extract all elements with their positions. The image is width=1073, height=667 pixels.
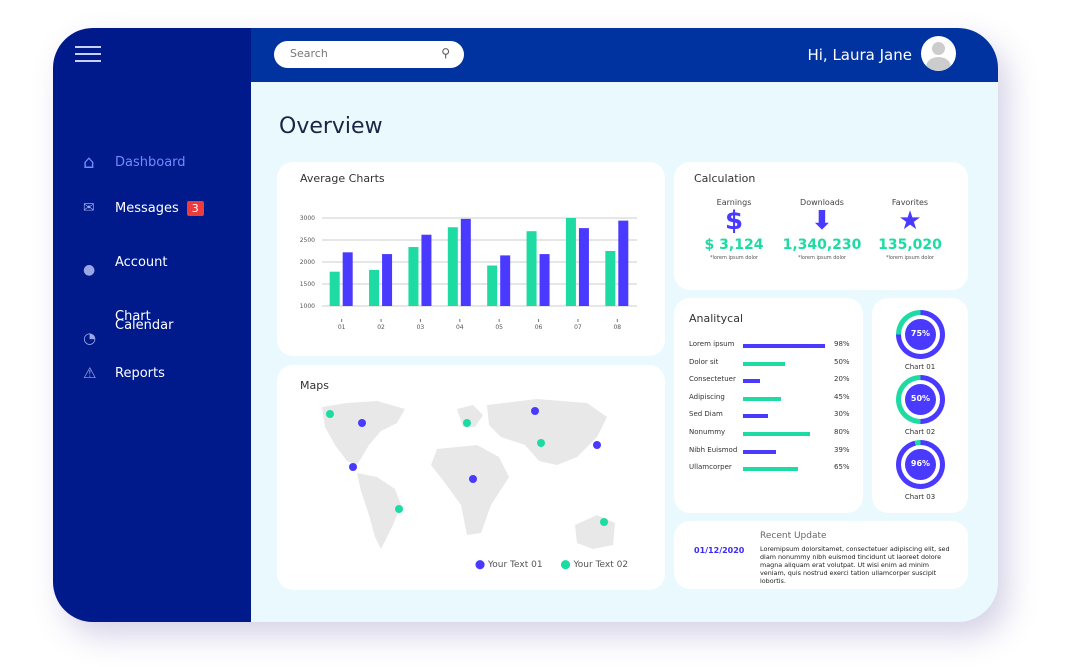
- search-input[interactable]: Search ⚲: [274, 41, 464, 68]
- x-tick-label: 07: [574, 324, 582, 331]
- bar: [526, 231, 537, 306]
- y-tick-label: 1000: [300, 303, 315, 310]
- progress-bar: [743, 361, 785, 366]
- page-title: Overview: [279, 114, 383, 139]
- bar-chart: 1000 1500 2000 2500 3000 01 02 03 04 05 06 07 08: [300, 215, 637, 331]
- bar: [539, 254, 550, 306]
- analytical-row: Consectetuer 20%: [689, 375, 850, 384]
- home-icon: ⌂: [83, 152, 95, 173]
- bar: [382, 254, 393, 306]
- pin-icon: ⬤: [560, 560, 571, 570]
- bar: [487, 265, 498, 306]
- map-pin-icon[interactable]: [531, 407, 539, 415]
- sidebar: ⌂ Dashboard ✉ Messages 3 ● Account ◔ Chart Ca…: [53, 28, 251, 622]
- analytical-card: Analitycal Lorem ipsum 98% Dolor sit 50%…: [674, 298, 863, 513]
- top-bar: Search ⚲ Hi, Laura Jane: [251, 28, 998, 82]
- analytical-row: Lorem ipsum 98%: [689, 340, 850, 348]
- x-tick-label: 01: [338, 324, 346, 331]
- x-tick-label: 06: [535, 324, 543, 331]
- analytical-row: Nonummy 80%: [689, 428, 850, 436]
- donut-charts-card: 75% Chart 01 50% Chart 02 96% Chart 03: [872, 298, 968, 513]
- menu-icon[interactable]: [75, 46, 101, 67]
- analytical-row: Dolor sit 50%: [689, 357, 850, 366]
- map-pin-icon[interactable]: [463, 419, 471, 427]
- star-icon: ★: [898, 206, 922, 236]
- x-tick-label: 04: [456, 324, 464, 331]
- maps-card: Maps ⬤ Your Text 01 ⬤ Your Text 02: [277, 365, 665, 590]
- bar: [460, 218, 471, 306]
- progress-bar: [743, 449, 776, 454]
- legend-item-02: ⬤ Your Text 02: [560, 560, 629, 570]
- x-tick-label: 02: [377, 324, 385, 331]
- progress-bar: [743, 414, 769, 419]
- analytical-row: Sed Diam 30%: [689, 410, 850, 419]
- donut-chart: 96%: [896, 440, 945, 489]
- donut-chart: 75%: [896, 310, 945, 359]
- warning-icon: ⚠: [83, 364, 97, 382]
- map-pin-icon[interactable]: [349, 463, 357, 471]
- progress-bar: [743, 467, 798, 472]
- mail-icon: ✉: [83, 200, 95, 216]
- map-pin-icon[interactable]: [469, 475, 477, 483]
- calc-item-earnings: Earnings $ $ 3,124 *lorem ipsum dolor: [694, 198, 774, 261]
- calc-item-favorites: Favorites ★ 135,020 *lorem ipsum dolor: [870, 198, 950, 261]
- arrow-down-icon: ⬇: [811, 206, 833, 236]
- pie-chart-icon: ◔: [83, 329, 97, 347]
- calc-item-downloads: Downloads ⬇ 1,340,230 *lorem ipsum dolor: [782, 198, 862, 261]
- map-pin-icon[interactable]: [537, 439, 545, 447]
- world-map: [322, 399, 615, 549]
- bar: [369, 269, 380, 306]
- avatar[interactable]: [921, 36, 956, 71]
- bar: [578, 228, 589, 306]
- x-tick-label: 03: [417, 324, 425, 331]
- bar: [447, 227, 458, 306]
- messages-badge: 3: [186, 200, 204, 216]
- map-pin-icon[interactable]: [593, 441, 601, 449]
- donut-chart: 50%: [896, 375, 945, 424]
- recent-update-card: Recent Update 01/12/2020 Loremipsum dolo…: [674, 521, 968, 589]
- y-tick-label: 3000: [300, 215, 315, 222]
- sidebar-item-dashboard[interactable]: ⌂ Dashboard: [83, 152, 186, 173]
- map-pin-icon[interactable]: [326, 410, 334, 418]
- search-icon[interactable]: ⚲: [441, 46, 450, 60]
- progress-bar: [743, 344, 826, 348]
- y-tick-label: 2000: [300, 259, 315, 266]
- app-window: ⌂ Dashboard ✉ Messages 3 ● Account ◔ Chart Ca…: [53, 28, 998, 622]
- y-tick-label: 1500: [300, 281, 315, 288]
- progress-bar: [743, 432, 811, 436]
- x-tick-label: 05: [495, 324, 503, 331]
- legend-item-01: ⬤ Your Text 01: [475, 560, 543, 570]
- bar: [500, 255, 511, 306]
- bar: [565, 218, 576, 306]
- pin-icon: ⬤: [475, 560, 486, 570]
- bar: [408, 247, 419, 306]
- progress-bar: [743, 396, 781, 401]
- y-tick-label: 2500: [300, 237, 315, 244]
- calculation-card: Calculation Earnings $ $ 3,124 *lorem ip…: [674, 162, 968, 290]
- bar: [329, 271, 340, 306]
- progress-bar: [743, 379, 760, 384]
- analytical-row: Adipiscing 45%: [689, 392, 850, 401]
- map-pin-icon[interactable]: [358, 419, 366, 427]
- greeting: Hi, Laura Jane: [807, 46, 912, 64]
- x-tick-label: 08: [613, 324, 621, 331]
- dollar-icon: $: [724, 206, 744, 236]
- bar: [421, 234, 432, 306]
- sidebar-item-chart[interactable]: ◔ Chart: [83, 285, 151, 348]
- user-icon: ●: [83, 262, 96, 278]
- bar: [342, 252, 353, 306]
- analytical-row: Ullamcorper 65%: [689, 463, 850, 472]
- analytical-row: Nibh Euismod 39%: [689, 445, 850, 454]
- sidebar-item-messages[interactable]: ✉ Messages 3: [83, 200, 204, 216]
- map-pin-icon[interactable]: [600, 518, 608, 526]
- bar: [605, 251, 616, 306]
- bar: [618, 220, 629, 306]
- sidebar-item-reports[interactable]: ⚠ Reports: [83, 364, 165, 382]
- average-charts-card: Average Charts 1000 1500 2000 2500 3000 01 02 0…: [277, 162, 665, 356]
- sidebar-item-account[interactable]: ● Account: [83, 246, 168, 279]
- map-pin-icon[interactable]: [395, 505, 403, 513]
